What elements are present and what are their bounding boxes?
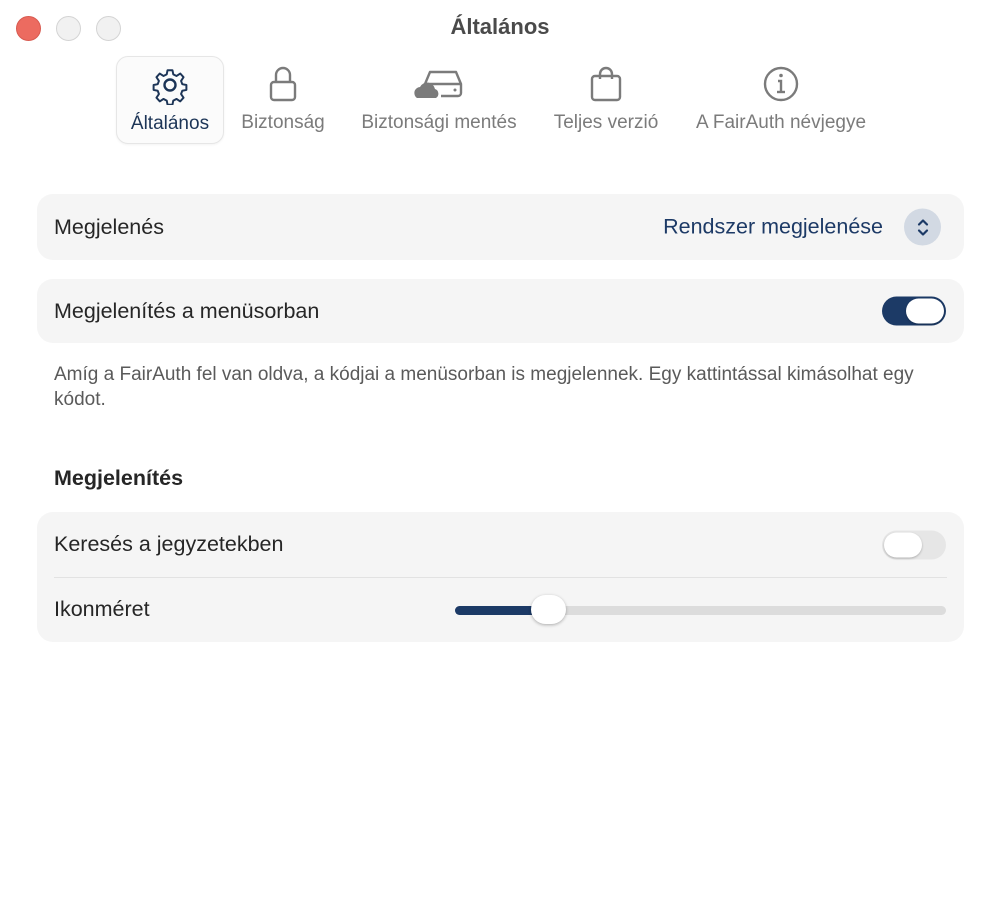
display-card: Keresés a jegyzetekben Ikonméret <box>37 512 964 642</box>
display-section-title: Megjelenítés <box>54 466 184 490</box>
preferences-toolbar: Általános Biztonság Biztonsági mentés Te… <box>0 56 1000 144</box>
appearance-row: Megjelenés Rendszer megjelenése <box>37 194 964 260</box>
appearance-popup[interactable]: Rendszer megjelenése <box>663 215 883 240</box>
toggle-knob <box>884 532 922 557</box>
gear-icon <box>150 57 190 107</box>
tab-security[interactable]: Biztonság <box>232 56 334 144</box>
icon-size-slider[interactable] <box>455 594 946 625</box>
tab-general[interactable]: Általános <box>116 56 224 144</box>
icon-size-label: Ikonméret <box>54 597 150 621</box>
search-notes-row: Keresés a jegyzetekben <box>37 512 964 577</box>
menubar-row: Megjelenítés a menüsorban <box>37 279 964 343</box>
chevron-up-down-icon[interactable] <box>904 208 941 246</box>
appearance-card: Megjelenés Rendszer megjelenése <box>37 194 964 260</box>
lock-icon <box>266 56 300 106</box>
menubar-toggle[interactable] <box>882 296 946 326</box>
settings-window: Általános Általános Biztonság Biztonsági… <box>0 0 1000 908</box>
appearance-label: Megjelenés <box>54 214 164 239</box>
tab-label: Biztonság <box>241 112 325 133</box>
search-notes-label: Keresés a jegyzetekben <box>54 532 284 556</box>
icon-size-row: Ikonméret <box>37 577 964 642</box>
tab-label: A FairAuth névjegye <box>695 112 867 133</box>
tab-backup[interactable]: Biztonsági mentés <box>348 56 530 144</box>
slider-thumb[interactable] <box>531 594 567 624</box>
window-title: Általános <box>450 14 550 39</box>
tab-label: Teljes verzió <box>553 112 659 133</box>
tab-full-version[interactable]: Teljes verzió <box>544 56 668 144</box>
tab-label: Általános <box>130 113 210 134</box>
cloud-drive-icon <box>411 56 467 106</box>
menubar-help-text: Amíg a FairAuth fel van oldva, a kódjai … <box>54 364 914 410</box>
info-icon <box>761 56 801 106</box>
search-notes-toggle[interactable] <box>882 530 946 559</box>
toggle-knob <box>906 298 944 324</box>
tab-label: Biztonsági mentés <box>361 112 517 133</box>
shopping-bag-icon <box>588 56 624 106</box>
tab-about[interactable]: A FairAuth névjegye <box>684 56 878 144</box>
menubar-label: Megjelenítés a menüsorban <box>54 298 320 323</box>
menubar-card: Megjelenítés a menüsorban <box>37 279 964 343</box>
